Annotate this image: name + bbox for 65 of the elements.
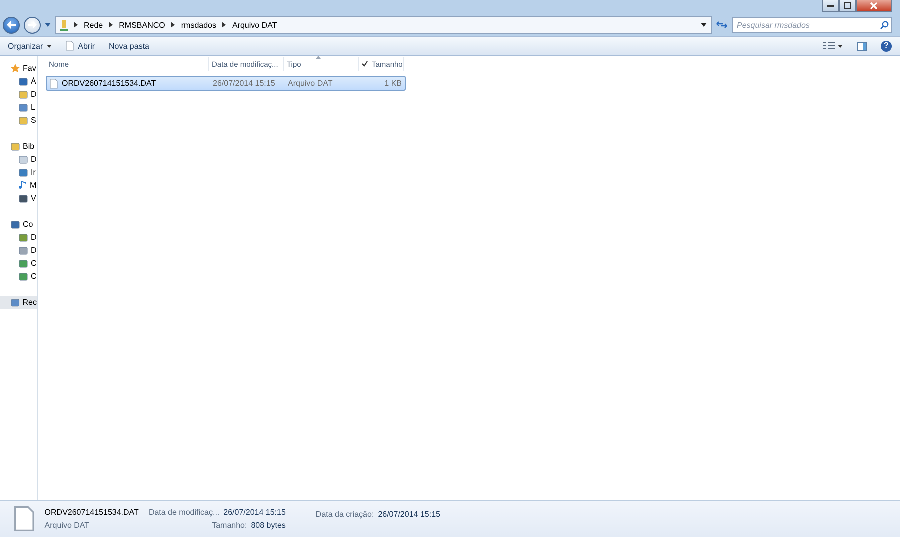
caret-icon (47, 44, 52, 48)
size-cell-text: 1 KB (384, 79, 403, 88)
details-label: Data de modificaç... (148, 508, 220, 517)
sidebar-item[interactable]: L (0, 101, 37, 114)
view-options-icon[interactable] (823, 42, 843, 50)
details-value: 808 bytes (251, 521, 286, 530)
breadcrumb-item[interactable]: Arquivo DAT (232, 20, 278, 30)
check-icon (362, 61, 368, 67)
forward-button[interactable] (24, 16, 41, 34)
sidebar-item[interactable]: C (0, 270, 37, 283)
chevron-icon[interactable] (171, 22, 176, 28)
refresh-icon[interactable] (716, 20, 728, 30)
caret-icon[interactable] (701, 23, 707, 27)
toolbar-button[interactable]: Nova pasta (109, 42, 150, 50)
star-icon (11, 64, 20, 73)
chevron-icon[interactable] (74, 22, 78, 28)
close-button[interactable] (856, 0, 892, 12)
breadcrumb-item[interactable]: Rede (84, 20, 104, 30)
left-arrow-icon (7, 21, 16, 29)
toolbar-button[interactable]: Abrir (66, 41, 96, 51)
details-value: 26/07/2014 15:15 (224, 508, 286, 517)
close-icon (870, 2, 878, 10)
details-label: Data da criação: (316, 510, 374, 519)
sidebar-item[interactable]: M (0, 179, 37, 192)
help-button[interactable]: ? (881, 40, 892, 52)
right-arrow-icon (28, 21, 37, 29)
restore-icon (844, 2, 851, 9)
minimize-icon (827, 4, 834, 6)
sidebar-item[interactable]: D (0, 153, 37, 166)
back-button[interactable] (3, 16, 20, 34)
chevron-icon[interactable] (109, 22, 114, 28)
file-icon (66, 41, 74, 51)
type-cell-text: Arquivo DAT (287, 79, 334, 88)
sidebar-item[interactable]: Á (0, 75, 37, 88)
chevron-icon[interactable] (222, 22, 226, 28)
file-name: ORDV260714151534.DAT (62, 79, 156, 88)
file-preview-icon (14, 506, 35, 532)
music-icon (19, 181, 27, 190)
breadcrumb-item[interactable]: rmsdados (181, 20, 216, 30)
sidebar-item[interactable]: D (0, 231, 37, 244)
sidebar-item[interactable]: Rec (0, 296, 37, 309)
sidebar-item[interactable]: V (0, 192, 37, 205)
preview-pane-icon[interactable] (857, 42, 867, 50)
sidebar-item[interactable]: S (0, 114, 37, 127)
search-field[interactable]: Pesquisar rmsdados (732, 17, 892, 33)
minimize-button[interactable] (822, 0, 839, 12)
details-file-name: ORDV260714151534.DAT (44, 508, 139, 517)
details-label: Tamanho: (212, 521, 248, 530)
sidebar-item[interactable]: C (0, 257, 37, 270)
sidebar-item[interactable]: Ir (0, 166, 37, 179)
restore-button[interactable] (839, 0, 856, 12)
sidebar-item[interactable]: D (0, 88, 37, 101)
breadcrumb-item[interactable]: RMSBANCO (119, 20, 166, 30)
sidebar-item[interactable]: Co (0, 218, 37, 231)
file-row[interactable]: ORDV260714151534.DAT 26/07/2014 15:15 Arquivo DAT 1 KB (46, 76, 406, 91)
sidebar-item[interactable]: Bib (0, 140, 37, 153)
toolbar-button[interactable]: Organizar (8, 42, 52, 50)
date-cell-text: 26/07/2014 15:15 (212, 79, 276, 88)
file-icon (50, 78, 58, 88)
sidebar-item[interactable]: D (0, 244, 37, 257)
details-value: 26/07/2014 15:15 (378, 510, 440, 519)
details-file-type: Arquivo DAT (44, 521, 90, 530)
address-bar[interactable]: Rede RMSBANCO rmsdados Arquivo DAT (55, 16, 712, 34)
sort-arrow-icon (316, 56, 321, 59)
sidebar-item[interactable]: Fav (0, 62, 37, 75)
